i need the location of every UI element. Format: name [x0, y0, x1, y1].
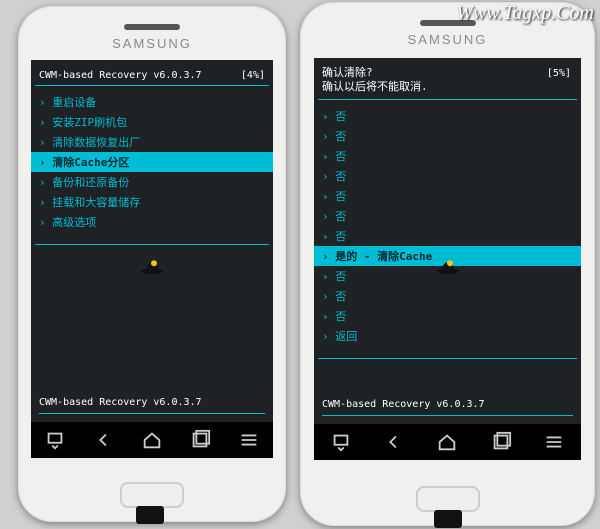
- watermark: Www.Tagxp.Com: [456, 2, 594, 25]
- confirm-title: 确认清除? 确认以后将不能取消.: [314, 58, 581, 95]
- nav-menu-icon[interactable]: [238, 429, 260, 451]
- menu-item[interactable]: › 清除Cache分区: [31, 152, 273, 172]
- nav-dropdown-icon[interactable]: [44, 429, 66, 451]
- usb-cable: [136, 506, 164, 524]
- confirm-no-item[interactable]: › 否: [314, 126, 581, 146]
- nav-menu-icon[interactable]: [543, 431, 565, 453]
- home-button[interactable]: [120, 482, 184, 508]
- confirm-no-item[interactable]: › 否: [314, 226, 581, 246]
- navbar: [314, 423, 581, 460]
- screen-left: CWM-based Recovery v6.0.3.7 [4%] › 重启设备›…: [31, 60, 273, 458]
- recovery-title: CWM-based Recovery v6.0.3.7: [39, 70, 202, 81]
- menu-item[interactable]: › 安装ZIP刷机包: [31, 112, 273, 132]
- confirm-no-item[interactable]: › 否: [314, 146, 581, 166]
- nav-home-icon[interactable]: [141, 429, 163, 451]
- confirm-menu[interactable]: › 否› 否› 否› 否› 否› 否› 否› 是的 - 清除Cache› 否› …: [314, 102, 581, 346]
- nav-recent-icon[interactable]: [490, 431, 512, 453]
- phone-right: SAMSUNG 确认清除? 确认以后将不能取消. [5%] › 否› 否› 否›…: [300, 2, 595, 526]
- nav-back-icon[interactable]: [93, 429, 115, 451]
- footer-text: CWM-based Recovery v6.0.3.7: [39, 397, 202, 408]
- divider: [35, 244, 269, 245]
- cwm-hat-icon: [435, 251, 461, 277]
- divider: [39, 413, 265, 414]
- confirm-no-item[interactable]: › 否: [314, 206, 581, 226]
- divider: [35, 85, 269, 86]
- confirm-no-item[interactable]: › 否: [314, 306, 581, 326]
- divider: [318, 358, 577, 359]
- usb-cable: [434, 510, 462, 528]
- screen-right: 确认清除? 确认以后将不能取消. [5%] › 否› 否› 否› 否› 否› 否…: [314, 58, 581, 460]
- nav-dropdown-icon[interactable]: [330, 431, 352, 453]
- footer-text: CWM-based Recovery v6.0.3.7: [322, 399, 485, 410]
- menu-item[interactable]: › 挂载和大容量储存: [31, 192, 273, 212]
- confirm-no-item[interactable]: › 否: [314, 166, 581, 186]
- brand: SAMSUNG: [300, 32, 595, 47]
- confirm-no-item[interactable]: › 否: [314, 286, 581, 306]
- navbar: [31, 421, 273, 458]
- menu-item[interactable]: › 清除数据恢复出厂: [31, 132, 273, 152]
- nav-recent-icon[interactable]: [189, 429, 211, 451]
- divider: [318, 99, 577, 100]
- battery-indicator: [4%]: [241, 70, 265, 81]
- confirm-no-item[interactable]: › 否: [314, 106, 581, 126]
- recovery-header: CWM-based Recovery v6.0.3.7 [4%]: [31, 60, 273, 83]
- menu-item[interactable]: › 高级选项: [31, 212, 273, 232]
- divider: [322, 415, 573, 416]
- confirm-back-item[interactable]: › 返回: [314, 326, 581, 346]
- brand: SAMSUNG: [18, 36, 286, 51]
- nav-home-icon[interactable]: [436, 431, 458, 453]
- speaker: [124, 24, 180, 30]
- menu-item[interactable]: › 备份和还原备份: [31, 172, 273, 192]
- battery-indicator: [5%]: [547, 68, 571, 79]
- menu-item[interactable]: › 重启设备: [31, 92, 273, 112]
- cwm-hat-icon: [139, 251, 165, 277]
- recovery-menu[interactable]: › 重启设备› 安装ZIP刷机包› 清除数据恢复出厂› 清除Cache分区› 备…: [31, 88, 273, 232]
- phone-left: SAMSUNG CWM-based Recovery v6.0.3.7 [4%]…: [18, 6, 286, 522]
- home-button[interactable]: [416, 486, 480, 512]
- confirm-no-item[interactable]: › 否: [314, 186, 581, 206]
- nav-back-icon[interactable]: [383, 431, 405, 453]
